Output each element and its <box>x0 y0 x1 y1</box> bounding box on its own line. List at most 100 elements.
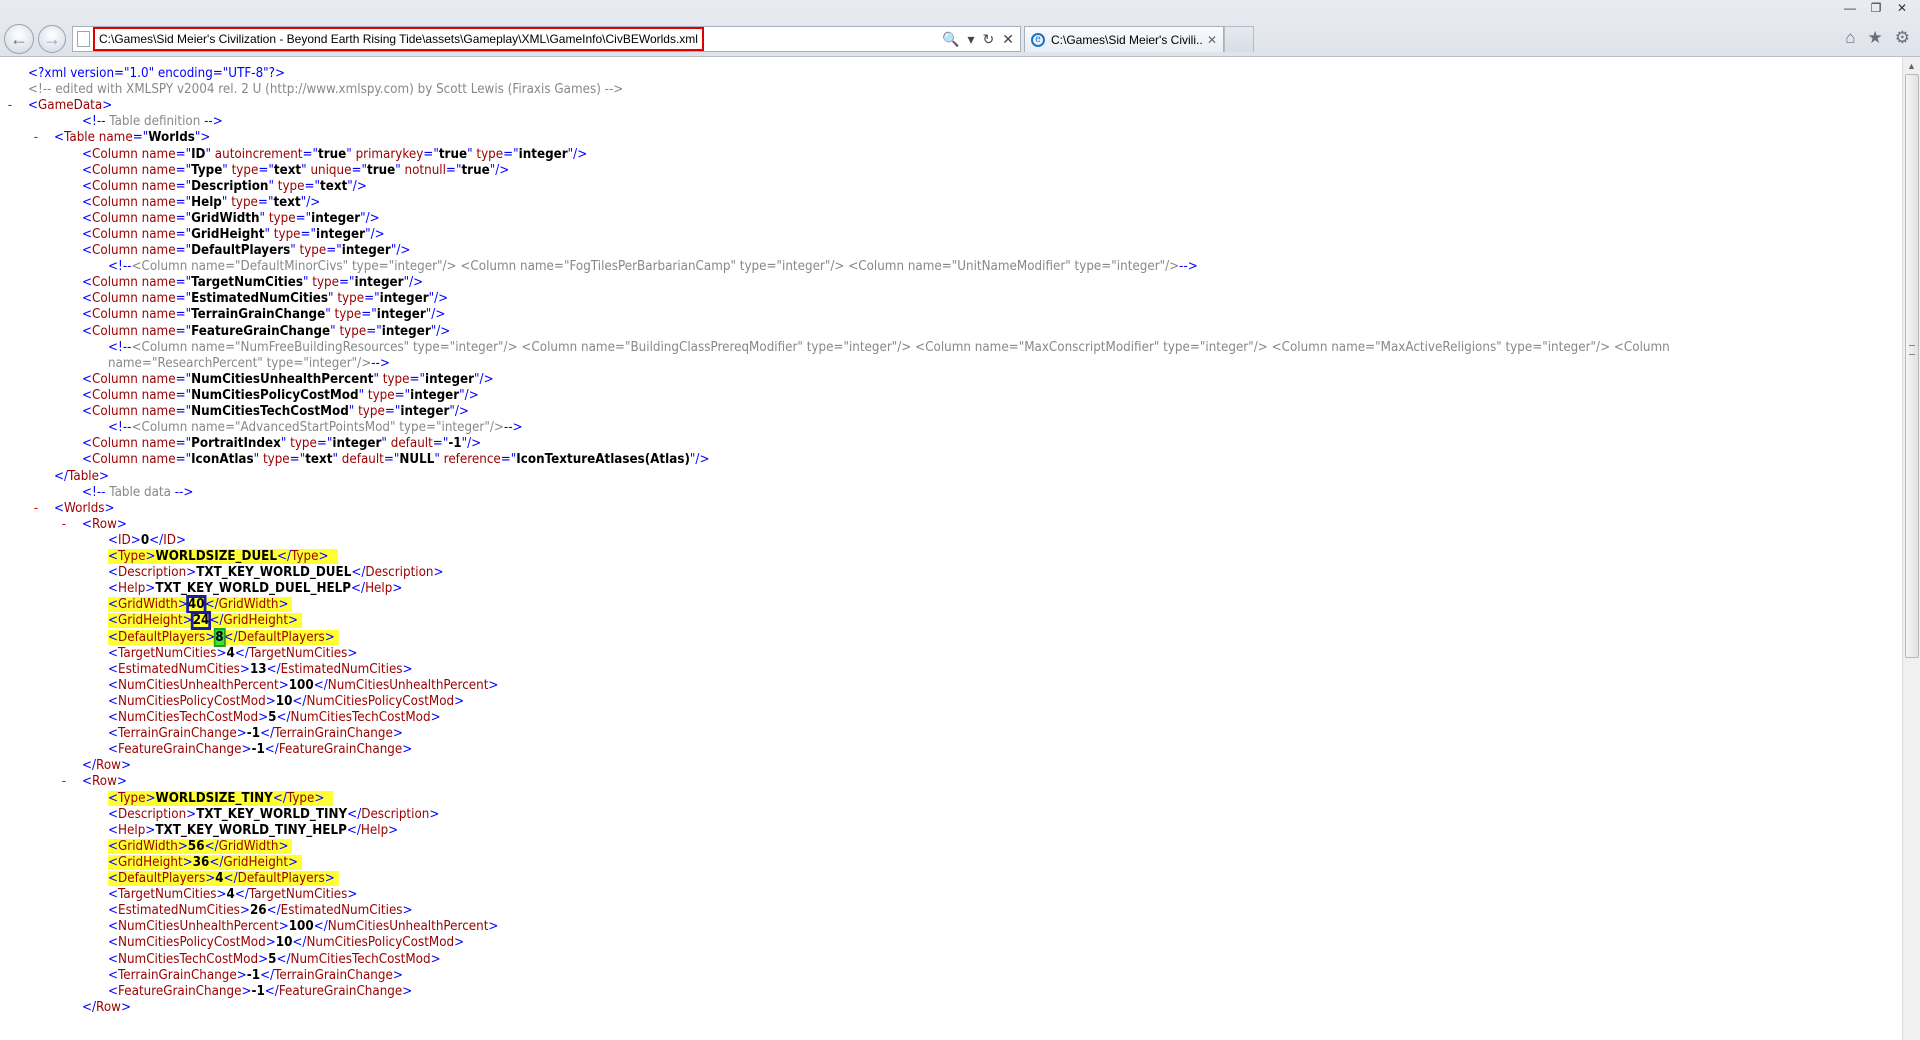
new-tab-button[interactable] <box>1224 26 1254 52</box>
collapse-toggle[interactable]: - <box>62 774 73 790</box>
xml-punct: /> <box>573 147 588 162</box>
favorites-icon[interactable]: ★ <box>1868 28 1883 48</box>
xml-punct: </ <box>266 662 281 677</box>
xml-tag-name: NumCitiesTechCostMod <box>290 710 431 725</box>
xml-punct: < <box>108 710 119 725</box>
xml-punct: --> <box>174 485 194 500</box>
back-button[interactable]: ← <box>4 24 34 54</box>
comment-text: <Column name="DefaultMinorCivs" type="in… <box>131 259 1180 274</box>
xml-punct: =" <box>132 130 149 145</box>
xml-punct: < <box>82 774 93 789</box>
field-value: TXT_KEY_WORLD_DUEL_HELP <box>155 581 352 596</box>
xml-attr-value: ID <box>191 147 206 162</box>
collapse-toggle[interactable]: - <box>8 98 19 114</box>
scrollbar-thumb[interactable] <box>1905 74 1919 658</box>
xml-punct: </ <box>313 919 328 934</box>
xml-tag-name: Column <box>92 388 138 403</box>
xml-tag-name: TargetNumCities <box>118 887 217 902</box>
field-value: 4 <box>226 646 235 661</box>
xml-punct: /> <box>464 388 479 403</box>
xml-attr-name: name <box>137 195 176 210</box>
tab-close-icon[interactable]: ✕ <box>1207 33 1217 47</box>
xml-punct: </ <box>204 839 219 854</box>
xml-attr-value: DefaultPlayers <box>191 243 291 258</box>
xml-attr-value: FeatureGrainChange <box>191 324 331 339</box>
field-value: 10 <box>275 694 293 709</box>
xml-attr-value: integer <box>379 291 429 306</box>
xml-punct: < <box>108 597 119 612</box>
xml-attr-value: integer <box>354 275 404 290</box>
field-value: 0 <box>140 533 150 548</box>
xml-punct: =" <box>361 307 377 322</box>
xml-punct: > <box>324 630 335 645</box>
comment-text: name="ResearchPercent" type="integer"/> <box>108 356 372 371</box>
xml-punct: < <box>108 807 119 822</box>
tab-active[interactable]: e C:\Games\Sid Meier's Civili... ✕ <box>1024 26 1224 52</box>
field-NumCitiesTechCostMod: <NumCitiesTechCostMod>5</NumCitiesTechCo… <box>108 710 441 726</box>
forward-button[interactable]: → <box>38 25 66 53</box>
xml-punct: </ <box>351 565 366 580</box>
column-def: <Column name="NumCitiesPolicyCostMod" ty… <box>82 388 479 404</box>
collapse-toggle[interactable]: - <box>62 517 73 533</box>
scroll-up-icon[interactable]: ▲ <box>1903 57 1920 74</box>
close-icon[interactable]: ✕ <box>1890 0 1914 16</box>
xml-punct: --> <box>503 420 523 435</box>
field-wrap: <GridHeight>36</GridHeight> <box>108 855 302 870</box>
xml-punct: > <box>265 935 276 950</box>
xml-punct: /> <box>479 372 494 387</box>
xml-punct: =" <box>423 147 439 162</box>
gamedata-open: - <GameData> <box>8 98 112 114</box>
xml-tag-name: Column <box>92 163 138 178</box>
home-icon[interactable]: ⌂ <box>1845 28 1855 48</box>
xml-tag-name: DefaultPlayers <box>237 630 325 645</box>
dropdown-icon[interactable]: ▾ <box>968 31 975 48</box>
xml-punct: < <box>108 742 119 757</box>
xml-punct: > <box>402 742 413 757</box>
xml-tag-name: Column <box>92 291 138 306</box>
address-text[interactable]: C:\Games\Sid Meier's Civilization - Beyo… <box>93 27 704 51</box>
xml-punct: =" <box>394 388 411 403</box>
xml-punct: > <box>402 903 413 918</box>
column-def: <Column name="Description" type="text"/> <box>82 179 367 195</box>
xml-punct: > <box>130 533 141 548</box>
xml-tag-name: Column <box>92 227 138 242</box>
xml-punct: > <box>258 952 269 967</box>
xml-header-comment: <!-- edited with XMLSPY v2004 rel. 2 U (… <box>28 82 623 98</box>
field-GridHeight: <GridHeight>36</GridHeight> <box>108 855 302 871</box>
xml-tag-name: NumCitiesPolicyCostMod <box>118 694 266 709</box>
field-Description: <Description>TXT_KEY_WORLD_DUEL</Descrip… <box>108 565 444 581</box>
gear-icon[interactable]: ⚙ <box>1895 28 1910 48</box>
xml-tag-name: NumCitiesUnhealthPercent <box>327 678 489 693</box>
column-def: <Column name="Help" type="text"/> <box>82 195 320 211</box>
collapse-toggle[interactable]: - <box>34 130 45 146</box>
xml-punct: </ <box>223 630 238 645</box>
refresh-icon[interactable]: ↻ <box>983 31 995 48</box>
address-bar[interactable]: C:\Games\Sid Meier's Civilization - Beyo… <box>72 26 1021 52</box>
xml-attr-value: text <box>273 163 302 178</box>
xml-punct: > <box>186 565 197 580</box>
minimize-icon[interactable]: — <box>1838 0 1862 16</box>
xml-attr-name: type <box>259 452 290 467</box>
xml-punct: /> <box>365 211 380 226</box>
xml-tag-name: Column <box>92 179 138 194</box>
commented-columns: <!--<Column name="AdvancedStartPointsMod… <box>108 420 523 436</box>
xml-punct: > <box>182 613 193 628</box>
xml-punct: > <box>488 919 499 934</box>
vertical-scrollbar[interactable]: ▲ <box>1902 57 1920 1040</box>
maximize-icon[interactable]: ❐ <box>1864 0 1888 16</box>
xml-tag-name: Column <box>92 147 138 162</box>
field-value: TXT_KEY_WORLD_TINY_HELP <box>155 823 347 838</box>
collapse-toggle[interactable]: - <box>34 501 45 517</box>
field-wrap: <TargetNumCities>4</TargetNumCities> <box>108 646 357 661</box>
xml-punct: < <box>108 887 119 902</box>
stop-icon[interactable]: ✕ <box>1002 31 1014 48</box>
xml-punct: > <box>392 726 403 741</box>
xml-tag-name: GridWidth <box>218 597 279 612</box>
xml-punct: =" <box>175 147 192 162</box>
xml-tag-name: FeatureGrainChange <box>278 984 403 999</box>
search-icon[interactable]: 🔍 <box>942 31 959 48</box>
xml-punct: < <box>82 307 93 322</box>
xml-tag-name: TerrainGrainChange <box>274 968 393 983</box>
xml-tag-name: NumCitiesUnhealthPercent <box>118 919 279 934</box>
xml-punct: > <box>145 823 156 838</box>
